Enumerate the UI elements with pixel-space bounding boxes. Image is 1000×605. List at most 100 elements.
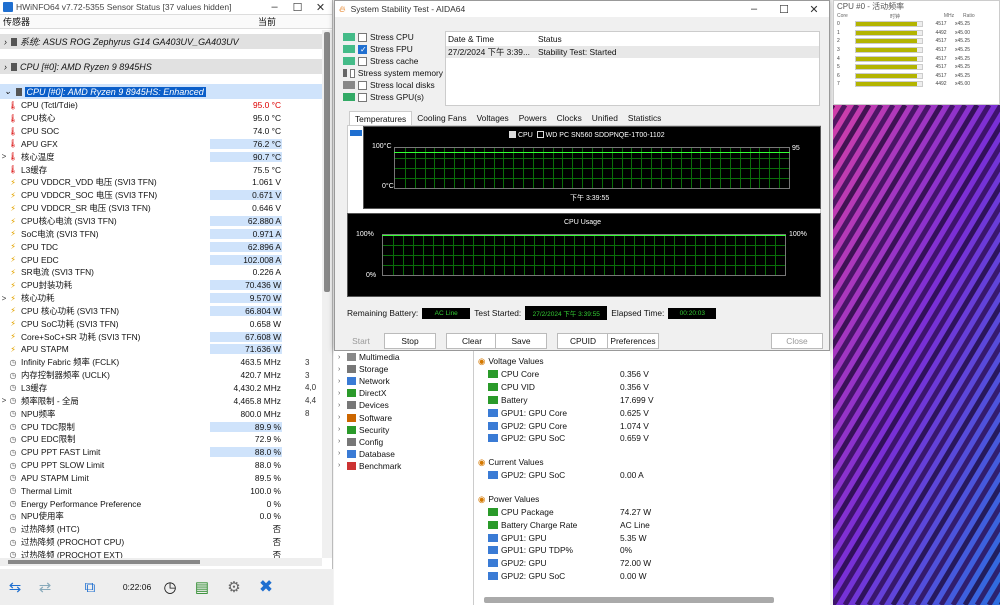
tree-item[interactable]: › Devices xyxy=(334,399,472,411)
tree-item[interactable]: › Network xyxy=(334,375,472,387)
stress-option[interactable]: Stress cache xyxy=(343,55,443,67)
legend-checkbox[interactable] xyxy=(509,131,516,138)
sensor-row[interactable]: ⚡︎ CPU VDDCR_SOC 电压 (SVI3 TFN) 0.671 V xyxy=(0,189,322,202)
sensor-row[interactable]: ⚡︎ SR电流 (SVI3 TFN) 0.226 A xyxy=(0,266,322,279)
expand-arrow-icon[interactable]: › xyxy=(338,390,347,397)
horizontal-scrollbar[interactable] xyxy=(484,597,774,603)
details-row[interactable]: CPU Package 74.27 W xyxy=(474,506,823,519)
forward-arrows-icon[interactable]: ⇄ xyxy=(30,574,60,600)
sensor-row[interactable]: 🌡︎ CPU SOC 74.0 °C xyxy=(0,125,322,138)
sensor-row[interactable]: ⚡︎ CPU封装功耗 70.436 W xyxy=(0,279,322,292)
sensor-row[interactable]: ◷ 过热降频 (PROCHOT EXT) 否 xyxy=(0,549,322,558)
close-dialog-button[interactable]: Close xyxy=(771,333,823,349)
expand-arrow-icon[interactable]: › xyxy=(338,366,347,373)
report-icon[interactable]: ▤ xyxy=(186,574,218,600)
sensor-row[interactable]: ◷ NPU使用率 0.0 % xyxy=(0,510,322,523)
sensor-row[interactable]: ◷ CPU EDC限制 72.9 % xyxy=(0,433,322,446)
graph-tab[interactable]: Clocks xyxy=(552,111,587,126)
expand-arrow-icon[interactable]: › xyxy=(338,438,347,445)
tree-item[interactable]: › Database xyxy=(334,448,472,460)
tree-item[interactable]: › DirectX xyxy=(334,387,472,399)
scroll-thumb[interactable] xyxy=(324,32,330,292)
stress-checkbox[interactable] xyxy=(358,44,367,54)
preferences-button[interactable]: Preferences xyxy=(607,333,659,349)
expand-arrow-icon[interactable]: › xyxy=(338,354,347,361)
expand-arrow-icon[interactable]: › xyxy=(338,402,347,409)
details-row[interactable]: GPU2: GPU 72.00 W xyxy=(474,557,823,570)
details-row[interactable]: Battery Charge Rate AC Line xyxy=(474,518,823,531)
tree-item[interactable]: › Multimedia xyxy=(334,351,472,363)
minimize-button[interactable]: – xyxy=(739,3,769,16)
cpuid-button[interactable]: CPUID xyxy=(557,333,609,349)
stress-option[interactable]: Stress FPU xyxy=(343,43,443,55)
sensor-row[interactable]: ◷ NPU频率 800.0 MHz 8 xyxy=(0,407,322,420)
graph-tab[interactable]: Statistics xyxy=(623,111,667,126)
details-row[interactable]: CPU Core 0.356 V xyxy=(474,368,823,381)
details-row[interactable]: GPU1: GPU 5.35 W xyxy=(474,531,823,544)
expand-toggle[interactable]: > xyxy=(0,152,8,161)
maximize-button[interactable]: ☐ xyxy=(769,3,799,16)
graph-tab[interactable]: Powers xyxy=(514,111,552,126)
expand-arrow-icon[interactable]: › xyxy=(338,378,347,385)
tree-item[interactable]: › Security xyxy=(334,424,472,436)
tree-item[interactable]: › Storage xyxy=(334,363,472,375)
sensor-row[interactable]: ⚡︎ CPU VDDCR_VDD 电压 (SVI3 TFN) 1.061 V xyxy=(0,176,322,189)
sensor-row[interactable]: 🌡︎ APU GFX 76.2 °C xyxy=(0,138,322,151)
expand-toggle[interactable]: > xyxy=(0,294,8,303)
details-row[interactable]: GPU1: GPU TDP% 0% xyxy=(474,544,823,557)
sensor-group[interactable]: › CPU [#0]: AMD Ryzen 9 8945HS xyxy=(0,59,322,74)
stress-checkbox[interactable] xyxy=(358,92,367,102)
expand-arrow-icon[interactable]: › xyxy=(338,450,347,457)
details-row[interactable]: Battery 17.699 V xyxy=(474,394,823,407)
log-row[interactable]: 27/2/2024 下午 3:39... Stability Test: Star… xyxy=(446,46,819,58)
details-row[interactable]: CPU VID 0.356 V xyxy=(474,381,823,394)
expand-arrow-icon[interactable]: › xyxy=(338,462,347,469)
column-sensor[interactable]: 传感器 xyxy=(0,15,258,28)
sensor-row[interactable]: ⚡︎ Core+SoC+SR 功耗 (SVI3 TFN) 67.608 W xyxy=(0,330,322,343)
save-button[interactable]: Save xyxy=(495,333,547,349)
expand-arrow-icon[interactable]: › xyxy=(338,414,347,421)
legend-checkbox[interactable] xyxy=(536,131,544,138)
stress-option[interactable]: Stress local disks xyxy=(343,79,443,91)
sensor-row[interactable]: ⚡︎ APU STAPM 71.636 W xyxy=(0,343,322,356)
sensor-group[interactable]: › 系统: ASUS ROG Zephyrus G14 GA403UV_GA403… xyxy=(0,34,322,49)
tree-item[interactable]: › Config xyxy=(334,436,472,448)
scroll-thumb[interactable] xyxy=(8,560,200,564)
stop-button[interactable]: Stop xyxy=(384,333,436,349)
tree-item[interactable]: › Software xyxy=(334,411,472,423)
stress-option[interactable]: Stress CPU xyxy=(343,31,443,43)
sensor-row[interactable]: 🌡︎ CPU核心 95.0 °C xyxy=(0,112,322,125)
sensor-row[interactable]: ⚡︎ SoC电流 (SVI3 TFN) 0.971 A xyxy=(0,227,322,240)
graph-tab[interactable]: Temperatures xyxy=(349,111,413,126)
close-button[interactable]: ✕ xyxy=(799,3,829,16)
clock-icon[interactable]: ◷ xyxy=(154,574,186,600)
maximize-button[interactable]: ☐ xyxy=(286,1,309,14)
details-row[interactable]: GPU2: GPU SoC 0.00 A xyxy=(474,469,823,482)
stress-option[interactable]: Stress system memory xyxy=(343,67,443,79)
sensor-row[interactable]: ◷ Energy Performance Preference 0 % xyxy=(0,497,322,510)
sensor-row[interactable]: > ◷ 频率限制 - 全局 4,465.8 MHz 4,4 xyxy=(0,394,322,407)
details-row[interactable]: GPU2: GPU SoC 0.00 W xyxy=(474,570,823,583)
column-current[interactable]: 当前 xyxy=(258,15,276,28)
sensor-row[interactable]: ◷ Thermal Limit 100.0 % xyxy=(0,484,322,497)
sensor-group-selected[interactable]: ⌄ CPU [#0]: AMD Ryzen 9 8945HS: Enhanced xyxy=(0,84,322,99)
details-row[interactable]: GPU1: GPU Core 0.625 V xyxy=(474,406,823,419)
sensor-row[interactable]: 🌡︎ L3缓存 75.5 °C xyxy=(0,163,322,176)
graph-tab[interactable]: Voltages xyxy=(472,111,514,126)
clear-button[interactable]: Clear xyxy=(446,333,498,349)
minimize-button[interactable]: – xyxy=(263,1,286,14)
details-row[interactable]: GPU2: GPU SoC 0.659 V xyxy=(474,432,823,445)
settings-gear-icon[interactable]: ⚙ xyxy=(218,574,250,600)
sensor-row[interactable]: ⚡︎ CPU 核心功耗 (SVI3 TFN) 66.804 W xyxy=(0,305,322,318)
sensor-row[interactable]: ◷ CPU PPT SLOW Limit 88.0 % xyxy=(0,459,322,472)
sensor-row[interactable]: ⚡︎ CPU VDDCR_SR 电压 (SVI3 TFN) 0.646 V xyxy=(0,202,322,215)
sensor-row[interactable]: ◷ CPU TDC限制 89.9 % xyxy=(0,420,322,433)
sensor-row[interactable]: > ⚡︎ 核心功耗 9.570 W xyxy=(0,292,322,305)
stress-checkbox[interactable] xyxy=(358,80,367,90)
sensor-row[interactable]: ⚡︎ CPU SoC功耗 (SVI3 TFN) 0.658 W xyxy=(0,317,322,330)
graph-tab[interactable]: Unified xyxy=(587,111,623,126)
sensor-row[interactable]: > 🌡︎ 核心温度 90.7 °C xyxy=(0,150,322,163)
close-button[interactable]: ✕ xyxy=(309,1,332,14)
close-x-icon[interactable]: ✖ xyxy=(250,574,282,600)
graph-tab[interactable]: Cooling Fans xyxy=(412,111,471,126)
